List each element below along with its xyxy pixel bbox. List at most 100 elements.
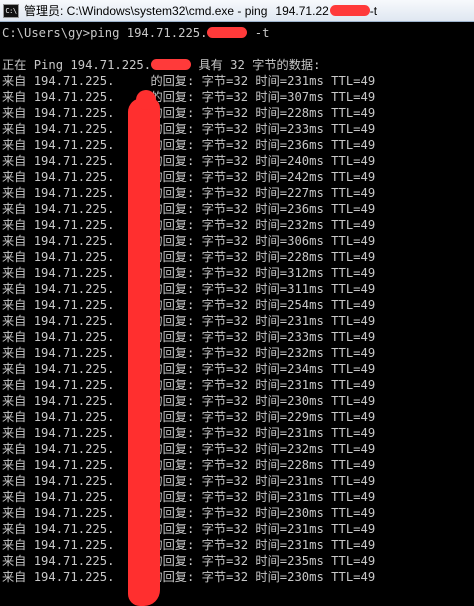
reply-line: 来自 194.71.225. 的回复: 字节=32 时间=232ms TTL=49	[2, 441, 375, 457]
cmd-icon: C:\	[3, 3, 19, 18]
console-output[interactable]: C:\Users\gy>ping 194.71.225. -t 正在 Ping …	[0, 22, 474, 606]
reply-time: 时间=312ms	[255, 266, 324, 280]
reply-ttl: TTL=49	[323, 554, 376, 568]
prompt: C:\Users\gy>	[2, 26, 91, 40]
reply-time: 时间=233ms	[255, 122, 324, 136]
reply-ttl: TTL=49	[323, 138, 376, 152]
reply-source: 来自 194.71.225.	[2, 570, 115, 584]
reply-ttl: TTL=49	[323, 74, 376, 88]
reply-time: 时间=228ms	[255, 106, 324, 120]
reply-ttl: TTL=49	[323, 170, 376, 184]
reply-time: 时间=240ms	[255, 154, 324, 168]
reply-bytes: 的回复: 字节=32	[150, 106, 256, 120]
reply-time: 时间=231ms	[255, 522, 324, 536]
reply-line: 来自 194.71.225. 的回复: 字节=32 时间=231ms TTL=49	[2, 521, 375, 537]
reply-time: 时间=231ms	[255, 490, 324, 504]
reply-source: 来自 194.71.225.	[2, 442, 115, 456]
reply-ttl: TTL=49	[323, 362, 376, 376]
reply-bytes: 的回复: 字节=32	[150, 234, 256, 248]
reply-bytes: 的回复: 字节=32	[150, 154, 256, 168]
redaction-stripe	[128, 90, 160, 606]
reply-time: 时间=230ms	[255, 570, 324, 584]
reply-time: 时间=231ms	[255, 378, 324, 392]
reply-time: 时间=231ms	[255, 426, 324, 440]
reply-line: 来自 194.71.225. 的回复: 字节=32 时间=231ms TTL=49	[2, 73, 375, 89]
reply-line: 来自 194.71.225. 的回复: 字节=32 时间=233ms TTL=49	[2, 329, 375, 345]
reply-line: 来自 194.71.225. 的回复: 字节=32 时间=230ms TTL=49	[2, 393, 375, 409]
reply-line: 来自 194.71.225. 的回复: 字节=32 时间=235ms TTL=49	[2, 553, 375, 569]
reply-time: 时间=234ms	[255, 362, 324, 376]
reply-line: 来自 194.71.225. 的回复: 字节=32 时间=231ms TTL=49	[2, 473, 375, 489]
reply-bytes: 的回复: 字节=32	[150, 186, 256, 200]
reply-source: 来自 194.71.225.	[2, 410, 115, 424]
reply-source: 来自 194.71.225.	[2, 522, 115, 536]
window-titlebar[interactable]: C:\ 管理员: C:\Windows\system32\cmd.exe - p…	[0, 0, 474, 22]
reply-bytes: 的回复: 字节=32	[150, 202, 256, 216]
reply-time: 时间=242ms	[255, 170, 324, 184]
reply-ttl: TTL=49	[323, 442, 376, 456]
reply-line: 来自 194.71.225. 的回复: 字节=32 时间=311ms TTL=49	[2, 281, 375, 297]
reply-time: 时间=232ms	[255, 442, 324, 456]
reply-line: 来自 194.71.225. 的回复: 字节=32 时间=236ms TTL=49	[2, 201, 375, 217]
reply-ttl: TTL=49	[323, 410, 376, 424]
command-suffix: -t	[247, 26, 270, 40]
header-suffix: 具有 32 字节的数据:	[191, 58, 321, 72]
reply-source: 来自 194.71.225.	[2, 122, 115, 136]
reply-source: 来自 194.71.225.	[2, 74, 115, 88]
reply-bytes: 的回复: 字节=32	[150, 474, 256, 488]
reply-ttl: TTL=49	[323, 250, 376, 264]
reply-ttl: TTL=49	[323, 506, 376, 520]
reply-source: 来自 194.71.225.	[2, 506, 115, 520]
reply-ttl: TTL=49	[323, 346, 376, 360]
reply-ttl: TTL=49	[323, 234, 376, 248]
window-title-ip: 194.71.22	[275, 4, 329, 18]
reply-source: 来自 194.71.225.	[2, 538, 115, 552]
reply-source: 来自 194.71.225.	[2, 330, 115, 344]
reply-ttl: TTL=49	[323, 282, 376, 296]
reply-bytes: 的回复: 字节=32	[150, 298, 256, 312]
reply-bytes: 的回复: 字节=32	[150, 266, 256, 280]
reply-source: 来自 194.71.225.	[2, 234, 115, 248]
reply-bytes: 的回复: 字节=32	[150, 122, 256, 136]
reply-time: 时间=233ms	[255, 330, 324, 344]
command-text: ping 194.71.225.	[90, 26, 208, 40]
reply-ttl: TTL=49	[323, 330, 376, 344]
reply-bytes: 的回复: 字节=32	[150, 378, 256, 392]
reply-source: 来自 194.71.225.	[2, 362, 115, 376]
reply-time: 时间=235ms	[255, 554, 324, 568]
reply-time: 时间=307ms	[255, 90, 324, 104]
reply-source: 来自 194.71.225.	[2, 426, 115, 440]
reply-bytes: 的回复: 字节=32	[150, 218, 256, 232]
redaction-mark	[151, 59, 192, 70]
reply-line: 来自 194.71.225. 的回复: 字节=32 时间=229ms TTL=49	[2, 409, 375, 425]
reply-bytes: 的回复: 字节=32	[150, 346, 256, 360]
reply-bytes: 的回复: 字节=32	[150, 458, 256, 472]
reply-source: 来自 194.71.225.	[2, 202, 115, 216]
reply-bytes: 的回复: 字节=32	[150, 554, 256, 568]
reply-bytes: 的回复: 字节=32	[150, 282, 256, 296]
reply-source: 来自 194.71.225.	[2, 298, 115, 312]
reply-ttl: TTL=49	[323, 426, 376, 440]
window-title-text: 管理员: C:\Windows\system32\cmd.exe - ping	[24, 4, 268, 18]
reply-time: 时间=232ms	[255, 346, 324, 360]
window-title: 管理员: C:\Windows\system32\cmd.exe - ping 1…	[24, 2, 377, 19]
reply-source: 来自 194.71.225.	[2, 282, 115, 296]
reply-line: 来自 194.71.225. 的回复: 字节=32 时间=254ms TTL=49	[2, 297, 375, 313]
reply-bytes: 的回复: 字节=32	[150, 538, 256, 552]
reply-source: 来自 194.71.225.	[2, 154, 115, 168]
reply-ttl: TTL=49	[323, 186, 376, 200]
command-line: C:\Users\gy>ping 194.71.225. -t	[2, 25, 269, 41]
reply-ttl: TTL=49	[323, 106, 376, 120]
reply-time: 时间=254ms	[255, 298, 324, 312]
window-title-suffix: -t	[369, 4, 378, 18]
reply-source: 来自 194.71.225.	[2, 138, 115, 152]
reply-line: 来自 194.71.225. 的回复: 字节=32 时间=234ms TTL=49	[2, 361, 375, 377]
reply-time: 时间=231ms	[255, 314, 324, 328]
reply-source: 来自 194.71.225.	[2, 266, 115, 280]
reply-source: 来自 194.71.225.	[2, 474, 115, 488]
reply-source: 来自 194.71.225.	[2, 186, 115, 200]
reply-ttl: TTL=49	[323, 266, 376, 280]
reply-source: 来自 194.71.225.	[2, 378, 115, 392]
reply-time: 时间=229ms	[255, 410, 324, 424]
reply-source: 来自 194.71.225.	[2, 314, 115, 328]
